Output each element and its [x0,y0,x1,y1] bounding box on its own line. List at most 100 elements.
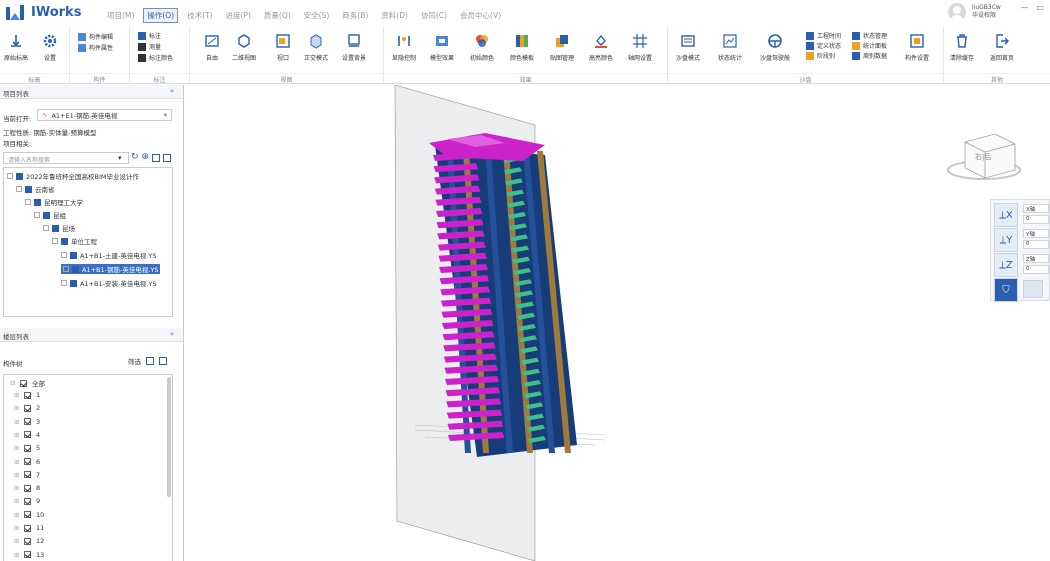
status-stat-button[interactable]: 状态统计 [718,33,742,62]
model-effect-button[interactable]: 模型效果 [430,33,454,62]
floor-item[interactable]: ⊞ 7 [14,471,40,479]
stat-panel-button[interactable]: 统计面板 [852,41,887,50]
floor-item[interactable]: ⊞ 10 [14,511,44,519]
annotation-color-button[interactable]: 标注颜色 [138,53,173,62]
floor-item[interactable]: ⊞ 6 [14,458,40,466]
tree-node[interactable]: A1+B1-钢筋-英佳电视.YS [61,264,161,274]
floor-item[interactable]: ⊞ 5 [14,444,40,452]
texture-button[interactable]: 贴图管理 [550,33,574,62]
menu-item[interactable]: 协同(C) [417,8,451,23]
floor-item[interactable]: ⊞ 2 [14,404,40,412]
expand-icon[interactable] [152,154,161,162]
filter-button[interactable]: 筛选 [128,356,141,366]
component-attr-button[interactable]: 构件属性 [78,43,113,52]
floor-item[interactable]: ⊞ 11 [14,524,44,532]
floor-item[interactable]: ⊞ 8 [14,484,40,492]
floor-item[interactable]: ⊞ 12 [14,537,44,545]
model-viewport[interactable]: 右|后 [185,84,1050,561]
checkbox[interactable] [24,418,31,426]
floor-item[interactable]: ⊞ 9 [14,497,40,505]
checkbox[interactable] [24,497,31,505]
locate-icon[interactable]: ⊕ [142,152,150,162]
current-project-select[interactable]: ∿ A1+E1-钢筋-英佳电视 ▾ [37,109,172,121]
tree-node[interactable]: A1+B1-安装-英佳电视.YS [61,278,156,288]
collapse-all-icon[interactable] [163,154,172,162]
define-state-button[interactable]: 定义状态 [806,41,841,50]
checkbox[interactable] [24,431,31,439]
floor-all-item[interactable]: ⊟ 全部 [10,378,45,388]
menu-item[interactable]: 资料(D) [377,8,412,23]
checkbox[interactable] [24,458,31,465]
component-edit-button[interactable]: 构件编辑 [78,32,113,41]
checkbox[interactable] [24,484,31,492]
floor-item[interactable]: ⊞ 4 [14,431,40,439]
minimize-icon[interactable]: — [1020,3,1028,12]
floor-item[interactable]: ⊞ 13 [14,551,44,559]
expand-toggle-icon[interactable] [25,199,31,205]
y-axis-value[interactable]: 0 [1023,240,1049,249]
expand-toggle-icon[interactable] [7,173,13,179]
highlight-color-button[interactable]: 高亮颜色 [589,33,613,62]
collapse-icon[interactable]: « [170,87,174,95]
checkbox[interactable] [24,391,31,399]
grid-setting-button[interactable]: 轴网设置 [628,33,652,62]
checkbox[interactable] [24,471,31,479]
free-view-button[interactable]: 自由 [204,33,220,62]
tree-node[interactable]: 昆场 [43,223,75,233]
tree-node[interactable]: A1+B1-土建-英佳电视.YS [61,250,156,260]
expand-toggle-icon[interactable] [61,252,67,258]
checkbox[interactable] [24,524,31,532]
screen-icon[interactable] [1023,280,1043,298]
sandbox-roam-button[interactable]: 沙盘驾驶舱 [760,33,790,62]
measure-button[interactable]: 测量 [138,42,161,51]
viewport-button[interactable]: 视口 [275,33,291,62]
annotation-button[interactable]: 标注 [138,31,161,40]
init-color-button[interactable]: 初始颜色 [470,33,494,62]
ortho-button[interactable]: 正交模式 [304,33,328,62]
lock-icon[interactable]: ⛉ [994,278,1018,302]
floor-item[interactable]: ⊞ 3 [14,418,40,426]
checkbox[interactable] [20,379,27,387]
view-cube[interactable]: 右|后 [945,130,1023,188]
expand-toggle-icon[interactable] [43,225,49,231]
expand-toggle-icon[interactable] [63,266,69,272]
tree-node[interactable]: 单位工程 [52,236,97,246]
search-dropdown-icon[interactable]: ▾ [118,154,122,162]
settings-button[interactable]: 设置 [42,33,58,62]
avatar[interactable] [948,3,966,21]
tree-node[interactable]: 昆明理工大学 [25,197,83,207]
phase-button[interactable]: 阶段别 [806,51,835,60]
view2d-button[interactable]: 二维视图 [232,33,256,62]
x-axis-value[interactable]: 0 [1023,215,1049,224]
floor-item[interactable]: ⊞ 1 [14,391,40,399]
checkbox[interactable] [24,511,31,519]
sandbox-mode-button[interactable]: 沙盘模式 [676,33,700,62]
search-input[interactable]: 请输入名称搜索 [3,152,129,164]
z-axis-value[interactable]: 0 [1023,265,1049,274]
x-axis-button[interactable]: ⟂X [994,203,1018,227]
scrollbar[interactable] [167,377,171,497]
z-axis-button[interactable]: ⟂Z [994,253,1018,277]
checkbox[interactable] [24,551,31,559]
menu-item[interactable]: 技术(T) [183,8,216,23]
tree-node[interactable]: 昆组 [34,210,66,220]
menu-item[interactable]: 进度(P) [222,8,255,23]
expand-icon[interactable] [146,357,154,365]
expand-toggle-icon[interactable] [52,238,58,244]
x-axis-select[interactable]: X轴 [1023,204,1049,213]
work-time-button[interactable]: 工程时间 [806,31,841,40]
restore-icon[interactable]: ▭ [1036,3,1044,12]
checkbox[interactable] [24,537,31,545]
color-template-button[interactable]: 颜色模板 [510,33,534,62]
menu-item[interactable]: 质量(Q) [260,8,295,23]
checkbox[interactable] [24,404,31,412]
collapse-icon[interactable]: « [170,330,174,338]
tree-node[interactable]: 2022年鲁班杯全国高校BIM毕业设计作 [7,171,139,181]
menu-item[interactable]: 安全(S) [300,8,334,23]
menu-item[interactable]: 操作(O) [143,8,179,23]
menu-item[interactable]: 项目(M) [103,8,138,23]
building-model[interactable] [185,84,1050,561]
week-data-button[interactable]: 周别数据 [852,51,887,60]
menu-item[interactable]: 会员中心(V) [456,8,505,23]
y-axis-select[interactable]: Y轴 [1023,229,1049,238]
